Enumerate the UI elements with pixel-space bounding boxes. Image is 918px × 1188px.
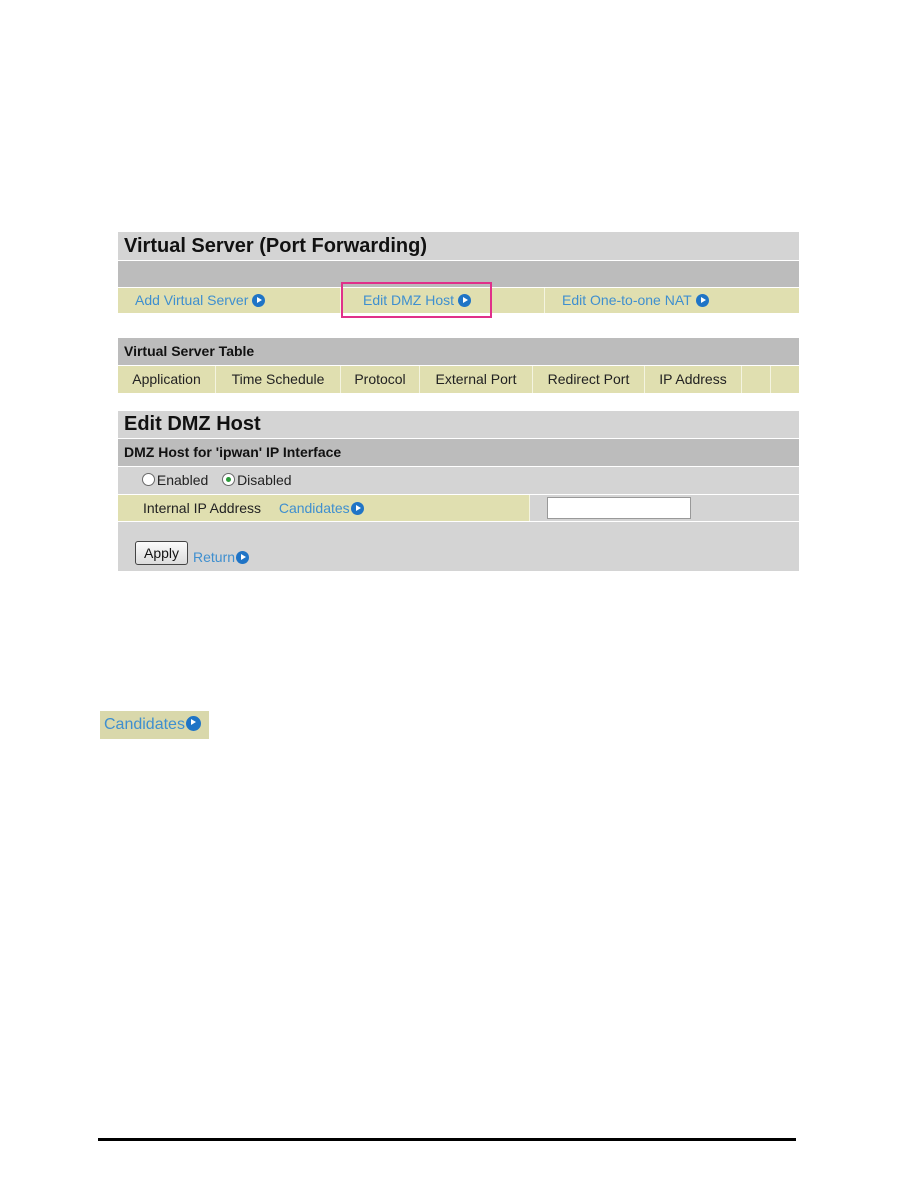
play-circle-icon bbox=[185, 716, 201, 731]
internal-ip-row: Internal IP Address Candidates bbox=[118, 495, 799, 521]
enabled-radio[interactable] bbox=[141, 473, 155, 486]
dmz-host-subtitle: DMZ Host for 'ipwan' IP Interface bbox=[118, 439, 799, 466]
column-header bbox=[771, 366, 799, 393]
internal-ip-input[interactable] bbox=[547, 497, 691, 519]
candidates-link[interactable]: Candidates bbox=[279, 500, 364, 516]
column-header: External Port bbox=[420, 366, 533, 393]
highlight-box bbox=[341, 282, 492, 318]
column-header: Protocol bbox=[341, 366, 420, 393]
play-circle-icon bbox=[236, 551, 250, 564]
footer-rule bbox=[98, 1138, 796, 1141]
dmz-action-row: Apply Return bbox=[118, 522, 799, 571]
column-header bbox=[742, 366, 771, 393]
virtual-server-table-header: Application Time Schedule Protocol Exter… bbox=[118, 366, 799, 393]
add-virtual-server-link[interactable]: Add Virtual Server bbox=[118, 288, 341, 313]
apply-button[interactable]: Apply bbox=[135, 541, 189, 565]
edit-one-to-one-nat-label: Edit One-to-one NAT bbox=[562, 292, 692, 308]
play-circle-icon bbox=[695, 294, 709, 307]
add-virtual-server-label: Add Virtual Server bbox=[135, 292, 249, 308]
disabled-radio[interactable] bbox=[222, 473, 236, 486]
internal-ip-label-cell: Internal IP Address Candidates bbox=[118, 495, 530, 521]
candidates-label: Candidates bbox=[278, 500, 350, 516]
column-header: Application bbox=[118, 366, 216, 393]
column-header: IP Address bbox=[645, 366, 742, 393]
virtual-server-title: Virtual Server (Port Forwarding) bbox=[118, 232, 799, 260]
enabled-label: Enabled bbox=[156, 472, 209, 488]
internal-ip-label: Internal IP Address bbox=[143, 500, 262, 516]
return-link[interactable]: Return bbox=[193, 549, 250, 565]
return-label: Return bbox=[193, 549, 236, 565]
enabled-radio-option[interactable]: Enabled bbox=[141, 472, 209, 488]
disabled-radio-option[interactable]: Disabled bbox=[222, 472, 292, 488]
play-circle-icon bbox=[350, 502, 364, 515]
candidates-example-label: Candidates bbox=[104, 716, 185, 733]
edit-one-to-one-nat-link[interactable]: Edit One-to-one NAT bbox=[545, 288, 799, 313]
edit-dmz-host-title: Edit DMZ Host bbox=[118, 411, 799, 438]
candidates-button-example[interactable]: Candidates bbox=[100, 711, 209, 739]
play-circle-icon bbox=[252, 294, 266, 307]
virtual-server-table-title: Virtual Server Table bbox=[118, 338, 799, 365]
column-header: Redirect Port bbox=[533, 366, 645, 393]
column-header: Time Schedule bbox=[216, 366, 341, 393]
disabled-label: Disabled bbox=[237, 472, 292, 488]
dmz-radio-row: Enabled Disabled bbox=[118, 467, 799, 494]
